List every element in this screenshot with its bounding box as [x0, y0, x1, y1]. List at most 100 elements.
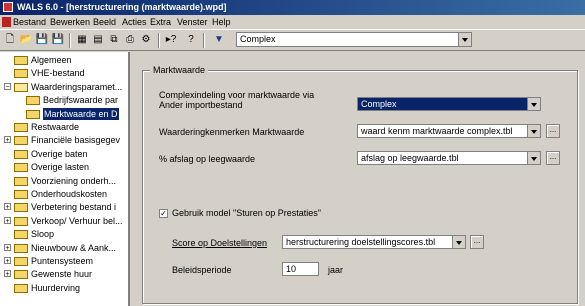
grid-icon[interactable]: ▦: [75, 33, 89, 47]
tree-item-label: Overige baten: [31, 148, 88, 159]
new-icon[interactable]: 🗋: [3, 33, 17, 47]
tree-item-label: Huurderving: [31, 282, 81, 293]
periode-input[interactable]: 10: [282, 262, 319, 276]
tree-item-label: Onderhoudskosten: [31, 189, 108, 199]
tree-item-label: Bedrijfswaarde par: [43, 95, 119, 106]
complex-label-line2: Ander importbestand: [159, 100, 243, 110]
afslag-value: afslag op leegwaarde.tbl: [361, 153, 459, 163]
folder-icon: [14, 149, 28, 159]
folder-icon: [14, 56, 28, 65]
kenmerken-value: waard kenm marktwaarde complex.tbl: [361, 126, 513, 136]
window-title: WALS 6.0 - [herstructurering (marktwaard…: [17, 2, 227, 12]
scores-value: herstructurering doelstellingscores.tbl: [286, 237, 436, 247]
tree-item-label: Marktwaarde en D: [43, 107, 119, 120]
document-icon: [2, 17, 11, 27]
folder-icon: [14, 203, 28, 213]
complexindeling-select[interactable]: Complex: [357, 97, 541, 111]
print-icon[interactable]: ⎙: [123, 33, 137, 47]
tree-item-label: Puntensysteem: [31, 256, 94, 266]
expand-icon[interactable]: +: [4, 243, 11, 252]
folder-icon: [14, 243, 28, 253]
folder-icon: [14, 69, 28, 79]
folder-icon: [14, 82, 28, 92]
app-icon: [3, 2, 13, 12]
table-icon[interactable]: ▤: [91, 33, 105, 47]
complex-filter-select[interactable]: Complex: [236, 32, 472, 47]
save-all-icon[interactable]: 💾: [51, 33, 65, 47]
tree-item-label: Voorziening onderh...: [31, 175, 117, 186]
periode-label: Beleidsperiode: [172, 265, 232, 275]
chevron-down-icon[interactable]: [527, 125, 540, 137]
tools-icon[interactable]: ⚙: [139, 33, 153, 47]
group-legend: Marktwaarde: [150, 65, 209, 75]
menu-extra[interactable]: Extra: [150, 15, 171, 29]
toolbar-separator: [69, 33, 71, 48]
expand-icon[interactable]: +: [4, 136, 11, 144]
folder-icon: [14, 257, 28, 266]
periode-value: 10: [286, 264, 297, 274]
tree-item-label: Overige lasten: [31, 162, 90, 173]
save-icon[interactable]: 💾: [35, 33, 49, 47]
expand-icon[interactable]: +: [4, 216, 11, 225]
content-panel: Marktwaarde Complexindeling voor marktwa…: [132, 52, 585, 306]
collapse-icon[interactable]: −: [4, 82, 11, 91]
afslag-browse-button[interactable]: ...: [546, 151, 560, 165]
tree-item-label: Algemeen: [31, 55, 72, 65]
scores-label: Score op Doelstellingen: [172, 238, 268, 248]
folder-icon: [14, 176, 28, 186]
periode-unit: jaar: [328, 265, 344, 275]
menu-acties[interactable]: Acties: [122, 15, 147, 29]
complex-filter-value: Complex: [240, 34, 276, 44]
kenmerken-browse-button[interactable]: ...: [546, 124, 560, 138]
folder-icon: [14, 283, 28, 293]
tree-item-label: Waarderingsparamet...: [31, 81, 123, 92]
scores-browse-button[interactable]: ...: [470, 235, 484, 249]
folder-icon: [14, 163, 28, 173]
folder-icon: [14, 216, 28, 226]
toolbar: 🗋 📂 💾 💾 ▦ ▤ ⧉ ⎙ ⚙ ▸? ? ▼ Complex: [0, 29, 585, 51]
chevron-down-icon[interactable]: [452, 236, 465, 248]
folder-icon: [14, 270, 28, 280]
tree-item-label: VHE-bestand: [31, 68, 85, 79]
kenmerken-select[interactable]: waard kenm marktwaarde complex.tbl: [357, 124, 541, 138]
tree-item-label: Gewenste huur: [31, 269, 93, 280]
expand-icon[interactable]: +: [4, 203, 11, 211]
tree-item-label: Nieuwbouw & Aank...: [31, 242, 117, 253]
tree-item-label: Verkoop/ Verhuur bel...: [31, 215, 123, 226]
tree-item-label: Verbetering bestand i: [31, 202, 117, 213]
expand-icon[interactable]: +: [4, 257, 11, 265]
model-checkbox-label: Gebruik model "Sturen op Prestaties": [172, 208, 321, 218]
toolbar-separator: [158, 33, 160, 48]
title-bar: WALS 6.0 - [herstructurering (marktwaard…: [0, 0, 585, 15]
kenmerken-label: Waarderingkenmerken Marktwaarde: [159, 127, 305, 137]
chevron-down-icon[interactable]: [458, 33, 471, 46]
chevron-down-icon[interactable]: [527, 152, 540, 164]
whats-this-icon[interactable]: ▸?: [164, 33, 178, 47]
navigation-tree: Algemeen VHE-bestand − Waarderingsparamet..…: [0, 52, 130, 306]
menu-venster[interactable]: Venster: [177, 15, 208, 29]
menu-beeld[interactable]: Beeld: [93, 15, 116, 29]
chevron-down-icon[interactable]: [527, 98, 540, 110]
help-icon[interactable]: ?: [184, 33, 198, 47]
model-checkbox[interactable]: ✓: [159, 209, 168, 218]
menu-bewerken[interactable]: Bewerken: [50, 15, 90, 29]
filter-icon[interactable]: ▼: [212, 33, 226, 47]
menu-bestand[interactable]: Bestand: [13, 15, 46, 29]
folder-icon: [14, 136, 28, 146]
menu-bar: Bestand Bewerken Beeld Acties Extra Vens…: [0, 15, 585, 29]
complexindeling-value: Complex: [361, 99, 397, 109]
open-icon[interactable]: 📂: [19, 33, 33, 47]
menu-help[interactable]: Help: [212, 15, 231, 29]
tree-item-label: Financiële basisgegev: [31, 135, 121, 146]
scores-select[interactable]: herstructurering doelstellingscores.tbl: [282, 235, 466, 249]
folder-icon: [26, 96, 40, 106]
expand-icon[interactable]: +: [4, 270, 11, 278]
folder-icon: [26, 109, 40, 119]
tree-item-label: Sloop: [31, 229, 55, 240]
afslag-select[interactable]: afslag op leegwaarde.tbl: [357, 151, 541, 165]
folder-icon: [14, 190, 28, 199]
tree-item-label: Restwaarde: [31, 122, 80, 132]
copy-icon[interactable]: ⧉: [107, 33, 121, 47]
toolbar-separator: [203, 33, 205, 48]
folder-icon: [14, 230, 28, 240]
